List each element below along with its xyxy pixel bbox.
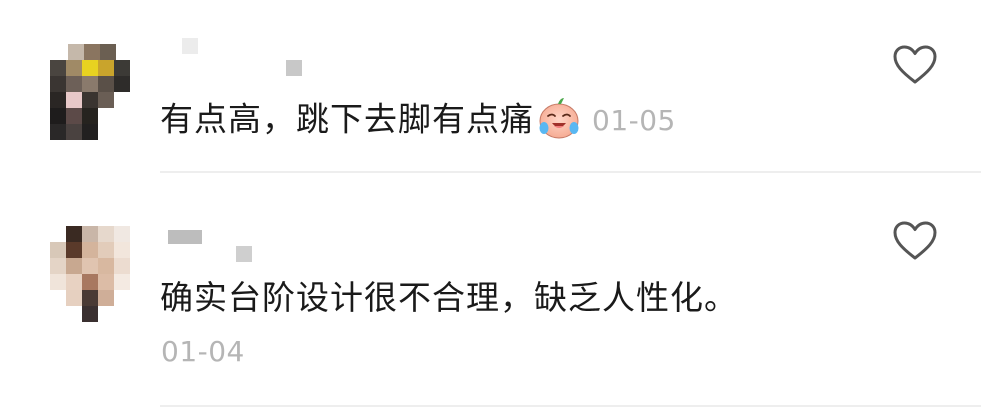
avatar-pixel bbox=[98, 108, 114, 124]
comment-content: 确实台阶设计很不合理，缺乏人性化。 bbox=[160, 278, 738, 317]
avatar-pixel bbox=[98, 242, 114, 258]
avatar-pixel bbox=[66, 108, 82, 124]
avatar-pixel bbox=[66, 226, 82, 242]
like-button[interactable] bbox=[892, 44, 938, 86]
avatar-pixel bbox=[82, 274, 98, 290]
avatar-pixel bbox=[114, 60, 130, 76]
avatar-pixel bbox=[82, 92, 98, 108]
comment-date: 01-05 bbox=[592, 104, 676, 137]
avatar-pixel bbox=[66, 76, 82, 92]
avatar-pixel bbox=[114, 76, 130, 92]
avatar-pixel bbox=[82, 290, 98, 306]
avatar-pixel bbox=[98, 92, 114, 108]
avatar-pixel bbox=[68, 44, 84, 60]
avatar-pixel bbox=[66, 92, 82, 108]
avatar-pixel bbox=[98, 290, 114, 306]
avatar-pixel bbox=[98, 274, 114, 290]
avatar-pixel bbox=[50, 274, 66, 290]
crying-laughing-face-emoji bbox=[539, 98, 579, 139]
avatar-pixel bbox=[82, 306, 98, 322]
comment-text: 确实台阶设计很不合理，缺乏人性化。 bbox=[160, 278, 738, 318]
comment-list: 有点高，跳下去脚有点痛 01-05 确实台阶设计很不合理，缺乏人性化。 01-0… bbox=[0, 0, 981, 414]
redacted-pixel bbox=[286, 60, 302, 76]
redacted-pixel bbox=[168, 230, 202, 244]
avatar-pixel bbox=[50, 124, 66, 140]
avatar-pixel bbox=[66, 60, 82, 76]
avatar-pixel bbox=[50, 92, 66, 108]
avatar-pixel bbox=[50, 60, 66, 76]
avatar-pixel bbox=[82, 258, 98, 274]
heart-outline-icon bbox=[893, 221, 937, 260]
avatar[interactable] bbox=[50, 44, 138, 144]
avatar-pixel bbox=[82, 60, 98, 76]
avatar-pixel bbox=[84, 44, 100, 60]
avatar-pixel bbox=[66, 274, 82, 290]
divider bbox=[160, 405, 981, 407]
avatar-pixel bbox=[50, 242, 66, 258]
avatar-pixel bbox=[82, 124, 98, 140]
avatar-pixel bbox=[98, 226, 114, 242]
avatar-pixel bbox=[114, 258, 130, 274]
avatar-pixel bbox=[82, 242, 98, 258]
redacted-pixel bbox=[182, 38, 198, 54]
avatar-pixel bbox=[114, 274, 130, 290]
avatar-pixel bbox=[114, 226, 130, 242]
comment-date: 01-04 bbox=[161, 335, 245, 368]
avatar-pixel bbox=[66, 242, 82, 258]
avatar-pixel bbox=[98, 258, 114, 274]
avatar[interactable] bbox=[50, 226, 138, 326]
username-redacted[interactable] bbox=[160, 38, 320, 78]
avatar-pixel bbox=[114, 242, 130, 258]
avatar-pixel bbox=[82, 76, 98, 92]
like-button[interactable] bbox=[892, 220, 938, 262]
username-redacted[interactable] bbox=[160, 226, 320, 266]
redacted-pixel bbox=[236, 246, 252, 262]
divider bbox=[160, 171, 981, 173]
avatar-pixel bbox=[82, 226, 98, 242]
heart-outline-icon bbox=[893, 45, 937, 84]
comment-content: 有点高，跳下去脚有点痛 bbox=[160, 99, 534, 139]
avatar-pixel bbox=[50, 258, 66, 274]
comment-text: 有点高，跳下去脚有点痛 01-05 bbox=[160, 98, 676, 144]
avatar-pixel bbox=[98, 76, 114, 92]
avatar-pixel bbox=[50, 108, 66, 124]
comment-item: 有点高，跳下去脚有点痛 01-05 bbox=[0, 0, 981, 174]
avatar-pixel bbox=[82, 108, 98, 124]
avatar-pixel bbox=[66, 290, 82, 306]
avatar-pixel bbox=[66, 258, 82, 274]
comment-item: 确实台阶设计很不合理，缺乏人性化。 01-04 bbox=[0, 174, 981, 414]
avatar-pixel bbox=[66, 124, 82, 140]
avatar-pixel bbox=[100, 44, 116, 60]
avatar-pixel bbox=[98, 60, 114, 76]
avatar-pixel bbox=[50, 76, 66, 92]
